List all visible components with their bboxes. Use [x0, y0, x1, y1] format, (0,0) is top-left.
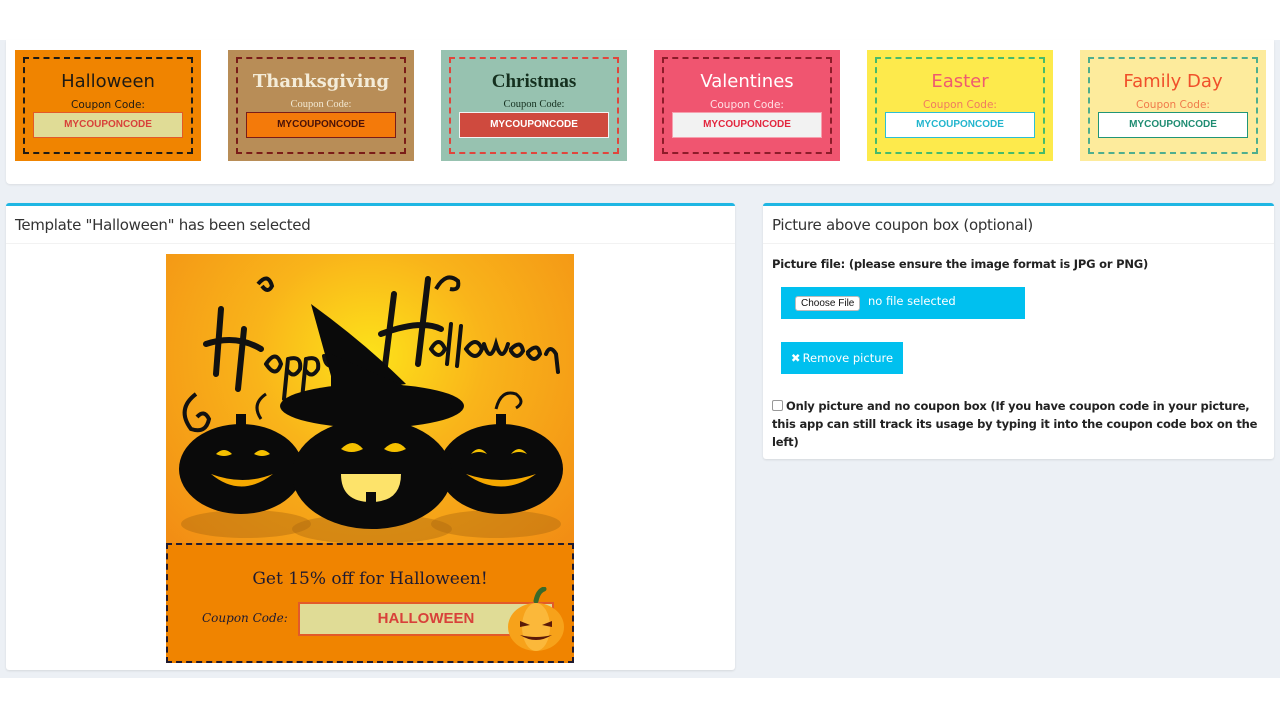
only-picture-checkbox[interactable]	[772, 400, 783, 411]
template-christmas[interactable]: Christmas Coupon Code: MYCOUPONCODE	[441, 50, 627, 161]
coupon-label: Coupon Code:	[290, 99, 352, 110]
template-title: Easter	[931, 71, 989, 92]
file-status: no file selected	[868, 294, 956, 308]
choose-file-button[interactable]: Choose File	[795, 296, 861, 311]
template-valentines[interactable]: Valentines Coupon Code: MYCOUPONCODE	[654, 50, 840, 161]
coupon-code-box: MYCOUPONCODE	[1098, 112, 1248, 138]
picture-file-label: Picture file: (please ensure the image f…	[772, 257, 1149, 271]
coupon-preview: Get 15% off for Halloween! Coupon Code: …	[166, 254, 574, 663]
hero-image	[166, 254, 574, 544]
coupon-code-box: MYCOUPONCODE	[246, 112, 396, 138]
coupon-label: Coupon Code:	[202, 611, 288, 625]
only-picture-option: Only picture and no coupon box (If you h…	[772, 397, 1262, 451]
template-easter[interactable]: Easter Coupon Code: MYCOUPONCODE	[867, 50, 1053, 161]
pumpkin-icon	[508, 587, 564, 651]
template-thanksgiving[interactable]: Thanksgiving Coupon Code: MYCOUPONCODE	[228, 50, 414, 161]
template-title: Christmas	[491, 71, 577, 92]
coupon-box: Get 15% off for Halloween! Coupon Code: …	[166, 543, 574, 663]
picture-file-input[interactable]: Choose File no file selected	[781, 287, 1025, 319]
template-title: Valentines	[700, 71, 794, 92]
coupon-code-box: MYCOUPONCODE	[672, 112, 822, 138]
preview-panel: Template "Halloween" has been selected G…	[6, 203, 735, 670]
coupon-label: Coupon Code:	[71, 99, 145, 111]
coupon-label: Coupon Code:	[923, 99, 997, 111]
preview-panel-title: Template "Halloween" has been selected	[6, 206, 735, 244]
only-picture-label[interactable]: Only picture and no coupon box (If you h…	[772, 399, 1257, 449]
picture-panel-title: Picture above coupon box (optional)	[763, 206, 1274, 244]
remove-picture-label: Remove picture	[802, 351, 894, 365]
picture-panel: Picture above coupon box (optional) Pict…	[763, 203, 1274, 459]
coupon-label: Coupon Code:	[1136, 99, 1210, 111]
template-title: Halloween	[61, 71, 155, 92]
coupon-code-box: MYCOUPONCODE	[885, 112, 1035, 138]
template-halloween[interactable]: Halloween Coupon Code: MYCOUPONCODE	[15, 50, 201, 161]
template-title: Family Day	[1123, 71, 1223, 92]
coupon-label: Coupon Code:	[503, 99, 565, 110]
coupon-code-box: MYCOUPONCODE	[459, 112, 609, 138]
coupon-label: Coupon Code:	[710, 99, 784, 111]
template-family-day[interactable]: Family Day Coupon Code: MYCOUPONCODE	[1080, 50, 1266, 161]
remove-picture-button[interactable]: ✖ Remove picture	[781, 342, 903, 374]
times-icon: ✖	[790, 351, 801, 365]
coupon-headline: Get 15% off for Halloween!	[252, 569, 488, 589]
halloween-illustration-icon	[179, 275, 563, 544]
coupon-code-box: MYCOUPONCODE	[33, 112, 183, 138]
template-title: Thanksgiving	[252, 71, 390, 92]
